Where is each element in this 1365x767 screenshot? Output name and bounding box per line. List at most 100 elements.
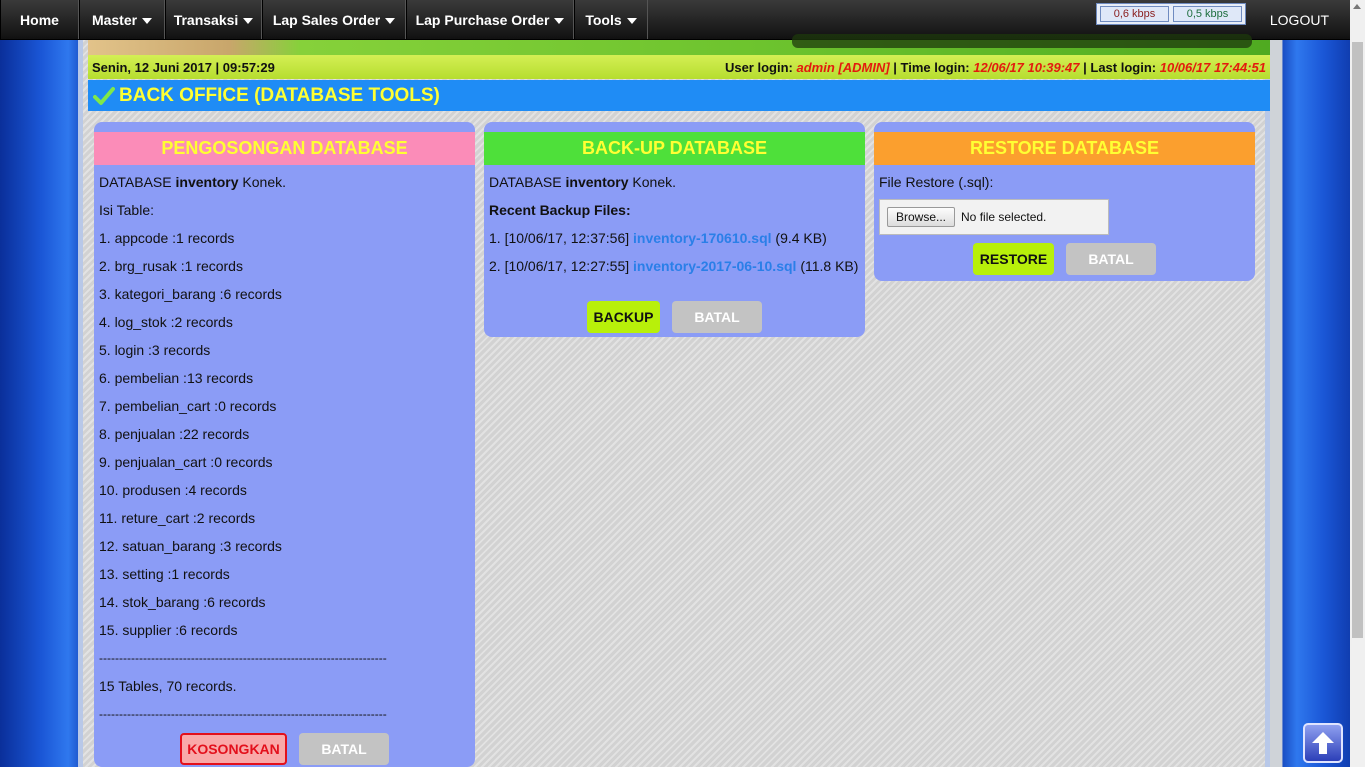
panel-empty-actions: KOSONGKAN BATAL	[99, 733, 470, 765]
time-login-label: | Time login:	[893, 59, 970, 75]
table-item: 7. pembelian_cart :0 records	[99, 398, 277, 414]
file-restore-input[interactable]: Browse... No file selected.	[879, 199, 1109, 235]
table-item: 13. setting :1 records	[99, 566, 230, 582]
backup-file-link[interactable]: inventory-2017-06-10.sql	[633, 258, 796, 274]
backup-file-item: 2. [10/06/17, 12:27:55] inventory-2017-0…	[489, 255, 860, 299]
recent-backup-label: Recent Backup Files:	[489, 199, 860, 227]
table-item: 5. login :3 records	[99, 342, 211, 358]
table-item: 11. reture_cart :2 records	[99, 510, 256, 526]
banner-logo	[792, 34, 1252, 48]
panel-empty-body: DATABASE inventory Konek. Isi Table: 1. …	[94, 165, 475, 765]
separator: ----------------------------------------…	[99, 651, 387, 665]
table-item: 12. satuan_barang :3 records	[99, 538, 282, 554]
backup-file-date: 1. [10/06/17, 12:37:56]	[489, 230, 630, 246]
info-bar: Senin, 12 Juni 2017 | 09:57:29 User logi…	[88, 55, 1270, 79]
backup-file-item: 1. [10/06/17, 12:37:56] inventory-170610…	[489, 227, 860, 255]
download-speed: 0,6 kbps	[1100, 6, 1169, 22]
backup-file-link[interactable]: inventory-170610.sql	[633, 230, 772, 246]
nav-lap-sales-order[interactable]: Lap Sales Order	[262, 0, 406, 39]
caret-down-icon	[142, 18, 153, 24]
caret-down-icon	[243, 18, 254, 24]
user-login-label: User login:	[724, 59, 793, 75]
no-file-text: No file selected.	[961, 210, 1047, 224]
table-item: 10. produsen :4 records	[99, 482, 247, 498]
scroll-to-top-button[interactable]	[1303, 723, 1343, 763]
nav-lap-sales-order-label: Lap Sales Order	[272, 11, 381, 28]
nav-lap-purchase-order[interactable]: Lap Purchase Order	[406, 0, 574, 39]
db-status-line: DATABASE inventory Konek.	[99, 171, 470, 199]
check-icon	[93, 86, 115, 105]
table-item: 9. penjualan_cart :0 records	[99, 454, 273, 470]
table-item: 8. penjualan :22 records	[99, 426, 250, 442]
browse-button[interactable]: Browse...	[887, 207, 956, 227]
panel-restore-title: RESTORE DATABASE	[969, 138, 1160, 158]
time-login-value: 12/06/17 10:39:47	[973, 59, 1080, 75]
table-item: 2. brg_rusak :1 records	[99, 258, 243, 274]
db-prefix: DATABASE	[99, 174, 172, 190]
caret-down-icon	[554, 18, 565, 24]
nav-tools-label: Tools	[585, 11, 622, 28]
nav-lap-purchase-order-label: Lap Purchase Order	[415, 11, 550, 28]
batal-button[interactable]: BATAL	[672, 301, 762, 333]
backup-button[interactable]: BACKUP	[587, 301, 660, 333]
caret-down-icon	[626, 18, 637, 24]
panel-backup-title: BACK-UP DATABASE	[581, 138, 767, 158]
table-item: 3. kategori_barang :6 records	[99, 286, 282, 302]
page-title: BACK OFFICE (DATABASE TOOLS)	[119, 84, 440, 106]
page-title-bar: BACK OFFICE (DATABASE TOOLS)	[88, 80, 1270, 111]
backup-file-date: 2. [10/06/17, 12:27:55]	[489, 258, 630, 274]
network-speed-widget: 0,6 kbps 0,5 kbps	[1096, 3, 1246, 25]
last-login-value: 10/06/17 17:44:51	[1159, 59, 1266, 75]
panel-empty-header: PENGOSONGAN DATABASE	[94, 132, 475, 165]
nav-home[interactable]: Home	[0, 0, 79, 39]
kosongkan-button[interactable]: KOSONGKAN	[180, 733, 287, 765]
nav-transaksi-label: Transaksi	[173, 11, 239, 28]
current-datetime: Senin, 12 Juni 2017 | 09:57:29	[92, 59, 275, 75]
table-item: 6. pembelian :13 records	[99, 370, 254, 386]
panel-backup-database: BACK-UP DATABASE DATABASE inventory Kone…	[484, 122, 865, 337]
panel-backup-body: DATABASE inventory Konek. Recent Backup …	[484, 165, 865, 333]
restore-button[interactable]: RESTORE	[973, 243, 1054, 275]
panel-restore-body: File Restore (.sql): Browse... No file s…	[874, 165, 1255, 275]
panel-backup-actions: BACKUP BATAL	[489, 301, 860, 333]
last-login-label: | Last login:	[1083, 59, 1157, 75]
recent-backup-label-text: Recent Backup Files:	[489, 202, 631, 218]
header-banner	[88, 34, 1270, 55]
panel-restore-actions: RESTORE BATAL	[879, 243, 1250, 275]
db-status: Konek.	[242, 174, 287, 190]
isi-table-label: Isi Table:	[99, 202, 154, 218]
batal-button[interactable]: BATAL	[1066, 243, 1156, 275]
separator: ----------------------------------------…	[99, 707, 387, 721]
nav-tools[interactable]: Tools	[574, 0, 648, 39]
panel-empty-title: PENGOSONGAN DATABASE	[161, 138, 408, 158]
panel-empty-database: PENGOSONGAN DATABASE DATABASE inventory …	[94, 122, 475, 767]
backup-file-size: (11.8 KB)	[800, 258, 859, 274]
nav-master-label: Master	[91, 11, 138, 28]
db-status: Konek.	[632, 174, 677, 190]
upload-speed: 0,5 kbps	[1173, 6, 1242, 22]
panel-restore-database: RESTORE DATABASE File Restore (.sql): Br…	[874, 122, 1255, 281]
arrow-up-icon	[1312, 732, 1334, 754]
nav-master[interactable]: Master	[79, 0, 165, 39]
file-restore-label: File Restore (.sql):	[879, 174, 994, 190]
login-info: User login: admin [ADMIN] | Time login: …	[725, 60, 1266, 75]
table-item: 15. supplier :6 records	[99, 622, 238, 638]
logout-link[interactable]: LOGOUT	[1270, 0, 1329, 40]
batal-button[interactable]: BATAL	[299, 733, 389, 765]
db-prefix: DATABASE	[489, 174, 562, 190]
user-login-value: admin [ADMIN]	[796, 59, 890, 75]
scroll-up-arrow-icon[interactable]	[1353, 4, 1361, 9]
panel-restore-header: RESTORE DATABASE	[874, 132, 1255, 165]
table-item: 4. log_stok :2 records	[99, 314, 233, 330]
db-status-line: DATABASE inventory Konek.	[489, 171, 860, 199]
nav-home-label: Home	[20, 11, 59, 28]
backup-file-size: (9.4 KB)	[775, 230, 827, 246]
summary: 15 Tables, 70 records.	[99, 678, 237, 694]
scrollbar-thumb[interactable]	[1352, 42, 1363, 638]
vertical-scrollbar[interactable]	[1350, 0, 1365, 767]
panel-backup-header: BACK-UP DATABASE	[484, 132, 865, 165]
table-item: 14. stok_barang :6 records	[99, 594, 266, 610]
table-item: 1. appcode :1 records	[99, 230, 235, 246]
nav-transaksi[interactable]: Transaksi	[165, 0, 262, 39]
db-name: inventory	[175, 174, 239, 190]
